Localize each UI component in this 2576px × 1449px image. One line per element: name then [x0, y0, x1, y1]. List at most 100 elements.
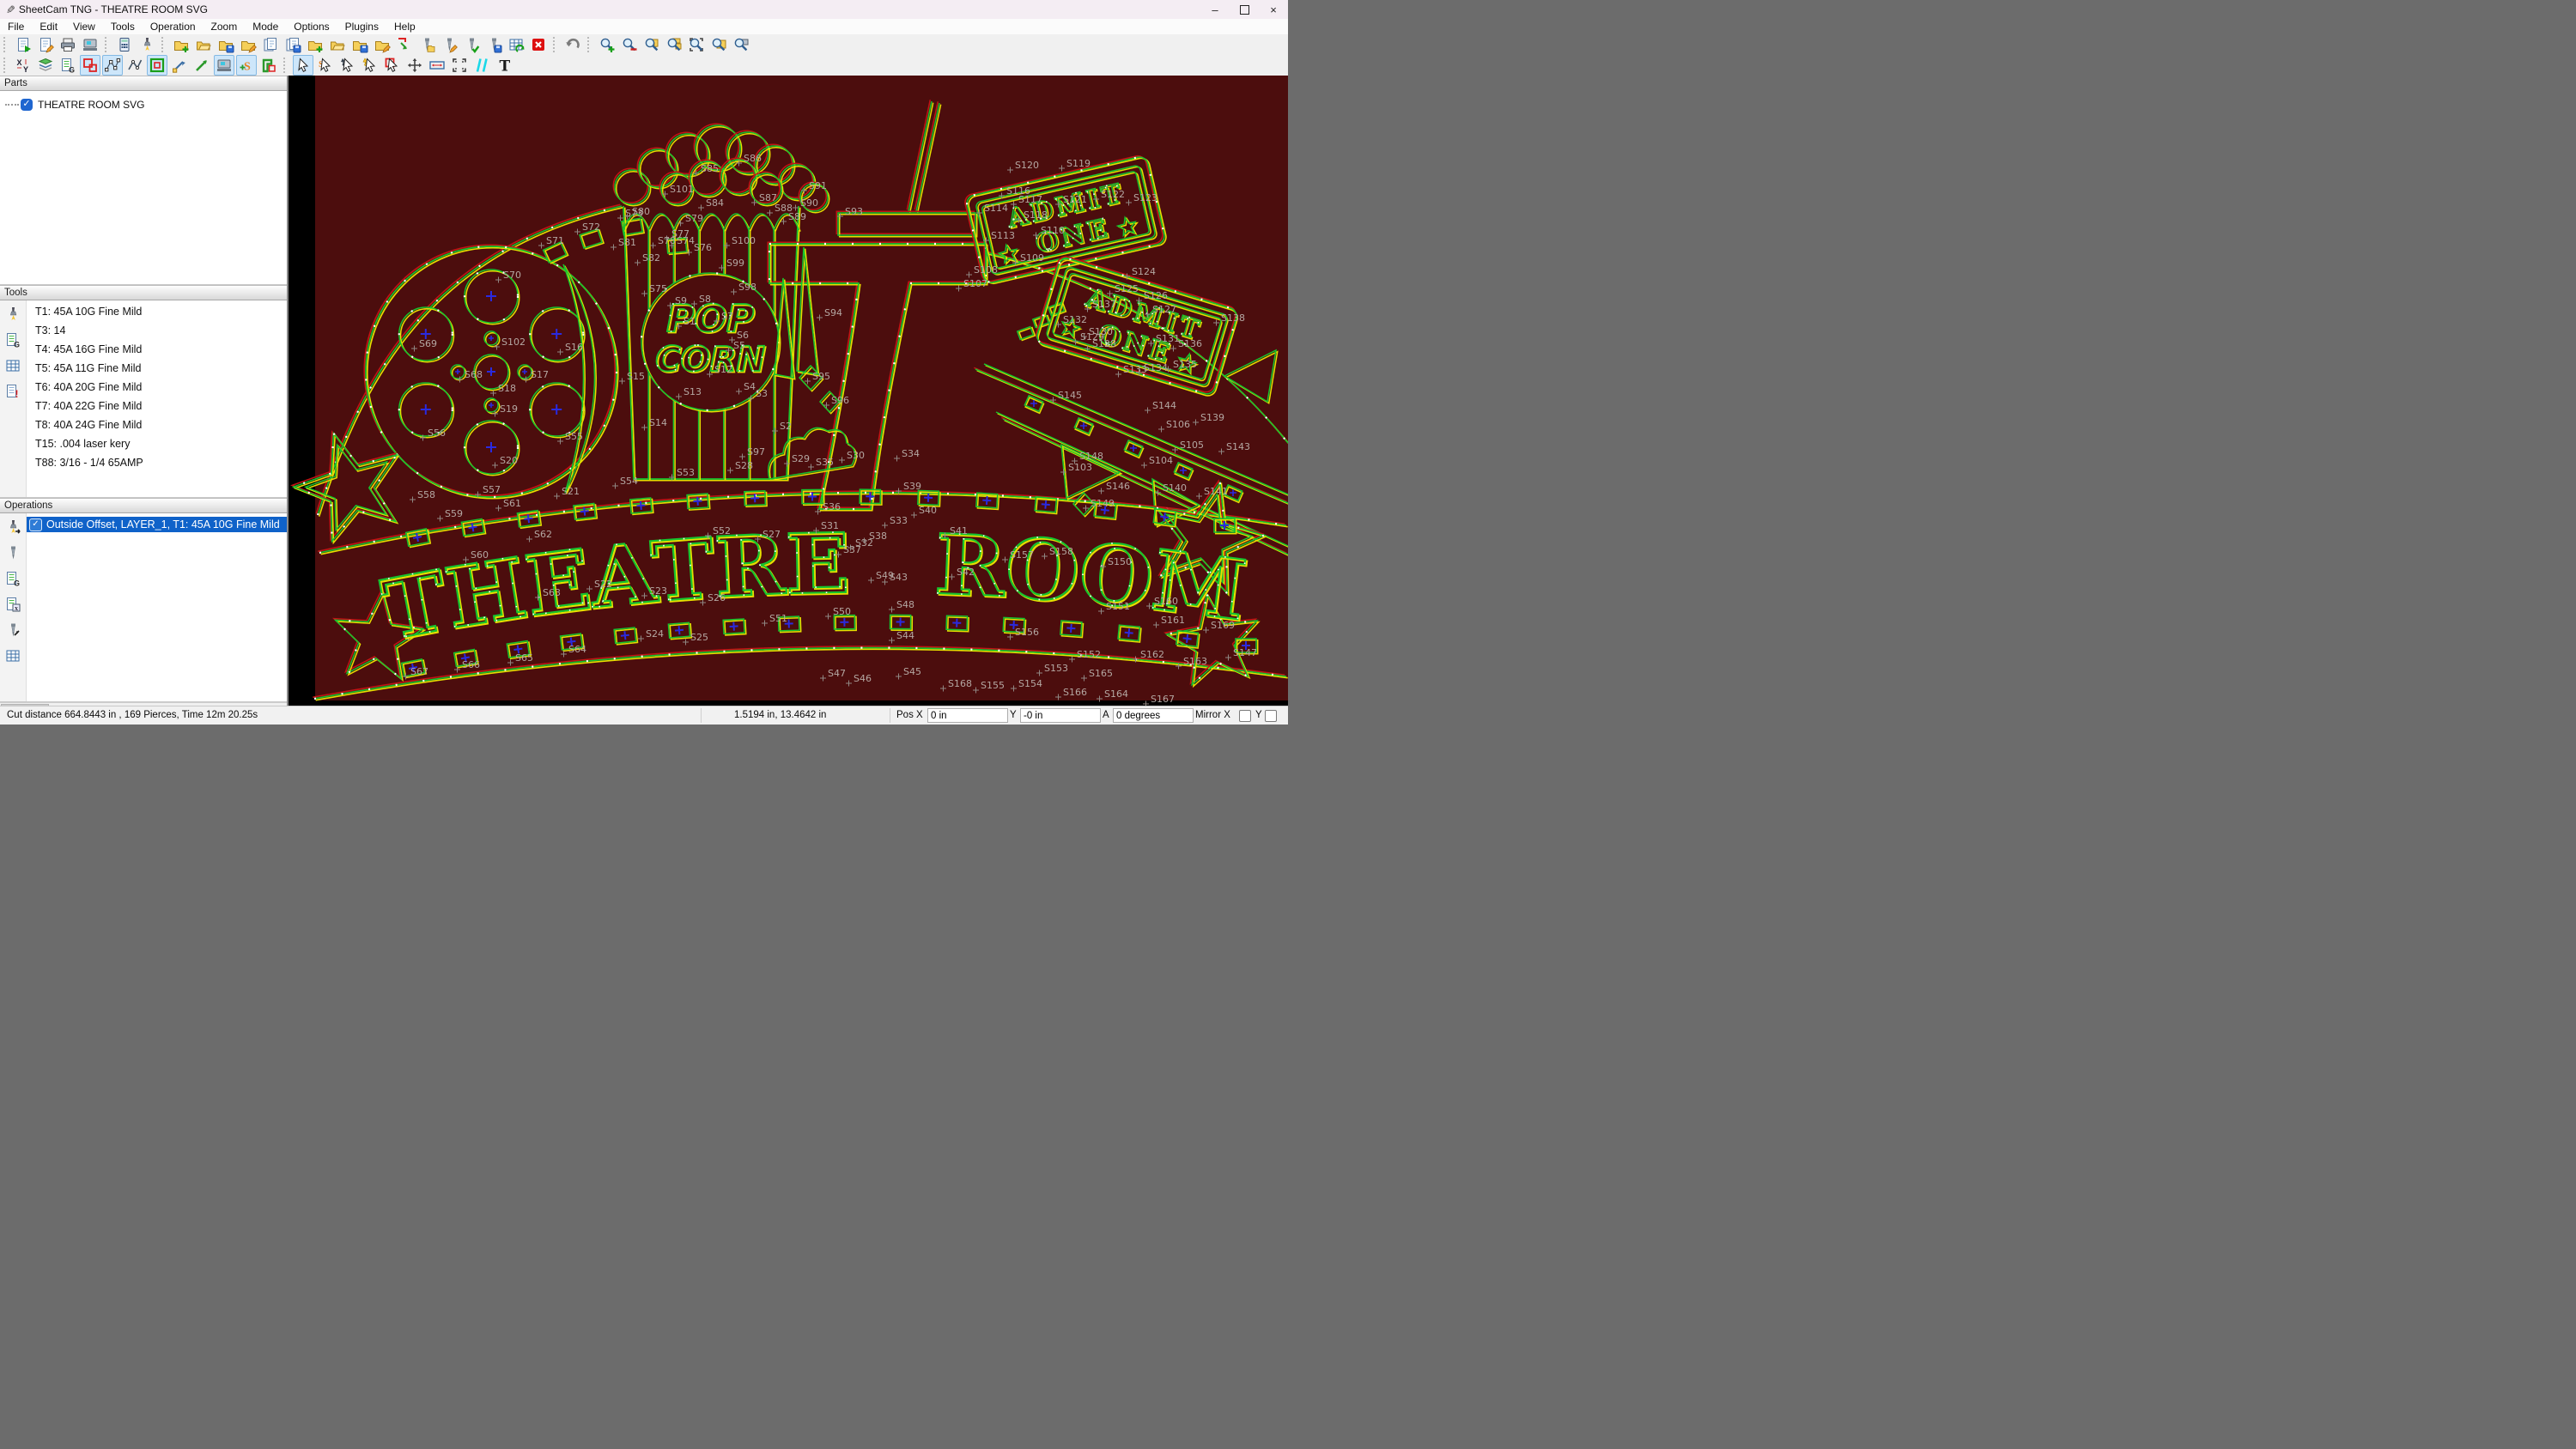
operation-checkbox[interactable]: ✓ [29, 518, 42, 531]
svg-text:Y: Y [23, 65, 28, 74]
tool-alerts-button[interactable]: ! [3, 381, 23, 402]
menu-file[interactable]: File [0, 19, 32, 34]
tool-item[interactable]: T5: 45A 11G Fine Mild [27, 359, 287, 378]
open-file-button[interactable] [327, 34, 348, 55]
tool-item[interactable]: T4: 45A 16G Fine Mild [27, 340, 287, 359]
zoom-extents-button[interactable] [686, 34, 707, 55]
toolbar-modes: XY G S S T [0, 55, 1288, 76]
part-tree-item[interactable]: ✓ THEATRE ROOM SVG [5, 96, 287, 113]
duplicate-part-button[interactable] [283, 34, 303, 55]
shape-label: S21 [562, 486, 580, 497]
tool-item[interactable]: T3: 14 [27, 321, 287, 340]
run-post-button[interactable] [114, 34, 135, 55]
mirror-x-checkbox[interactable] [1239, 710, 1251, 722]
measure-tool-button[interactable] [427, 55, 447, 76]
torch-settings-button[interactable] [3, 304, 23, 324]
menu-operation[interactable]: Operation [143, 19, 204, 34]
edit-part-button[interactable] [238, 34, 258, 55]
menu-options[interactable]: Options [286, 19, 337, 34]
edit-file-button[interactable] [372, 34, 392, 55]
job-options-button[interactable] [35, 34, 56, 55]
show-offset-paths-button[interactable] [258, 55, 279, 76]
copy-part-button[interactable] [260, 34, 281, 55]
tool-gcode-button[interactable]: G [3, 330, 23, 350]
show-polyline-button[interactable] [125, 55, 145, 76]
add-file-button[interactable] [305, 34, 325, 55]
drawing-canvas[interactable]: POP POP POP CORN CORN CORN ADMIT ADMIT ADMIT ONE O… [289, 76, 1288, 706]
menu-zoom[interactable]: Zoom [204, 19, 246, 34]
operation-item[interactable]: ✓ Outside Offset, LAYER_1, T1: 45A 10G Fi… [27, 517, 287, 532]
new-job-button[interactable] [13, 34, 33, 55]
layers-button[interactable] [35, 55, 56, 76]
show-start-points-button[interactable]: S [236, 55, 257, 76]
tool-item[interactable]: T1: 45A 10G Fine Mild [27, 302, 287, 321]
zoom-out-button[interactable] [619, 34, 640, 55]
op-delete-list-button[interactable]: x [3, 594, 23, 615]
op-move-drill-button[interactable] [3, 620, 23, 640]
verify-toolset-button[interactable] [461, 34, 482, 55]
menu-mode[interactable]: Mode [245, 19, 286, 34]
pos-x-input[interactable] [927, 708, 1008, 723]
pos-y-input[interactable] [1020, 708, 1101, 723]
tool-item[interactable]: T15: .004 laser kery [27, 434, 287, 453]
delete-part-button[interactable] [528, 34, 549, 55]
open-toolset-button[interactable] [416, 34, 437, 55]
refresh-nest-button[interactable] [506, 34, 526, 55]
menu-plugins[interactable]: Plugins [337, 19, 386, 34]
mirror-y-checkbox[interactable] [1265, 710, 1277, 722]
zoom-material-button[interactable] [708, 34, 729, 55]
show-nodes-button[interactable] [102, 55, 123, 76]
minimize-button[interactable]: – [1200, 0, 1230, 19]
material-bounds-button[interactable] [449, 55, 470, 76]
save-toolset-button[interactable] [483, 34, 504, 55]
op-torch-move-button[interactable] [3, 517, 23, 537]
tool-item[interactable]: T88: 3/16 - 1/4 65AMP [27, 453, 287, 472]
region-select-tool-button[interactable] [382, 55, 403, 76]
simulate-cut-button[interactable] [137, 34, 157, 55]
cut-xy-button[interactable]: XY [13, 55, 33, 76]
text-tool-button[interactable]: T [494, 55, 514, 76]
show-contours-button[interactable] [80, 55, 100, 76]
zoom-part-button[interactable] [641, 34, 662, 55]
pan-tool-button[interactable] [404, 55, 425, 76]
contour-select-tool-button[interactable]: S [315, 55, 336, 76]
start-point-tool-button[interactable] [337, 55, 358, 76]
save-part-button[interactable] [216, 34, 236, 55]
print-button[interactable] [58, 34, 78, 55]
post-process-button[interactable] [80, 34, 100, 55]
zoom-in-button[interactable] [597, 34, 617, 55]
show-rapids-button[interactable] [191, 55, 212, 76]
open-part-button[interactable] [193, 34, 214, 55]
select-tool-button[interactable] [293, 55, 313, 76]
shape-label: S163 [1183, 656, 1207, 667]
zoom-all-parts-button[interactable] [664, 34, 684, 55]
tool-item[interactable]: T7: 40A 22G Fine Mild [27, 397, 287, 415]
tool-item[interactable]: T6: 40A 20G Fine Mild [27, 378, 287, 397]
angle-input[interactable] [1113, 708, 1194, 723]
op-gcode-button[interactable]: G [3, 568, 23, 589]
show-machine-button[interactable] [214, 55, 234, 76]
add-part-button[interactable] [171, 34, 191, 55]
undo-button[interactable] [562, 34, 583, 55]
show-rapid-nodes-button[interactable] [169, 55, 190, 76]
save-file-button[interactable] [349, 34, 370, 55]
edit-toolset-button[interactable] [439, 34, 459, 55]
kerf-display-button[interactable] [471, 55, 492, 76]
shape-label: S106 [1166, 419, 1190, 430]
maximize-button[interactable] [1230, 0, 1259, 19]
menu-tools[interactable]: Tools [103, 19, 143, 34]
quick-start-tool-button[interactable] [360, 55, 380, 76]
tool-item[interactable]: T8: 40A 24G Fine Mild [27, 415, 287, 434]
path-options-button[interactable]: G [58, 55, 78, 76]
menu-view[interactable]: View [65, 19, 103, 34]
zoom-machine-button[interactable] [731, 34, 751, 55]
op-table-button[interactable] [3, 646, 23, 666]
show-part-outline-button[interactable] [147, 55, 167, 76]
op-drill-button[interactable] [3, 543, 23, 563]
tool-table-button[interactable] [3, 355, 23, 376]
close-button[interactable]: × [1259, 0, 1288, 19]
import-drawing-button[interactable] [394, 34, 415, 55]
menu-help[interactable]: Help [386, 19, 423, 34]
menu-edit[interactable]: Edit [32, 19, 65, 34]
part-checkbox[interactable]: ✓ [21, 99, 33, 111]
